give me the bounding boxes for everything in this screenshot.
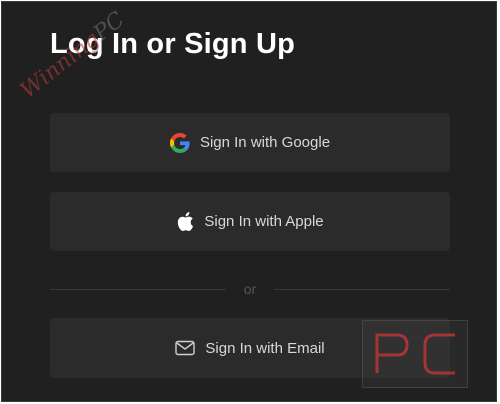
apple-sign-in-label: Sign In with Apple [204,213,324,230]
divider-line-right [274,289,450,290]
email-sign-in-label: Sign In with Email [205,339,325,357]
google-icon [169,132,190,153]
google-sign-in-button[interactable]: Sign In with Google [50,113,450,172]
apple-icon [176,211,194,232]
login-dialog: Log In or Sign Up Sign In with Google Si… [1,1,497,402]
apple-sign-in-button[interactable]: Sign In with Apple [50,192,450,251]
or-divider: or [50,280,450,300]
watermark-logo [362,320,468,388]
google-sign-in-label: Sign In with Google [199,134,331,151]
envelope-icon [175,340,196,356]
